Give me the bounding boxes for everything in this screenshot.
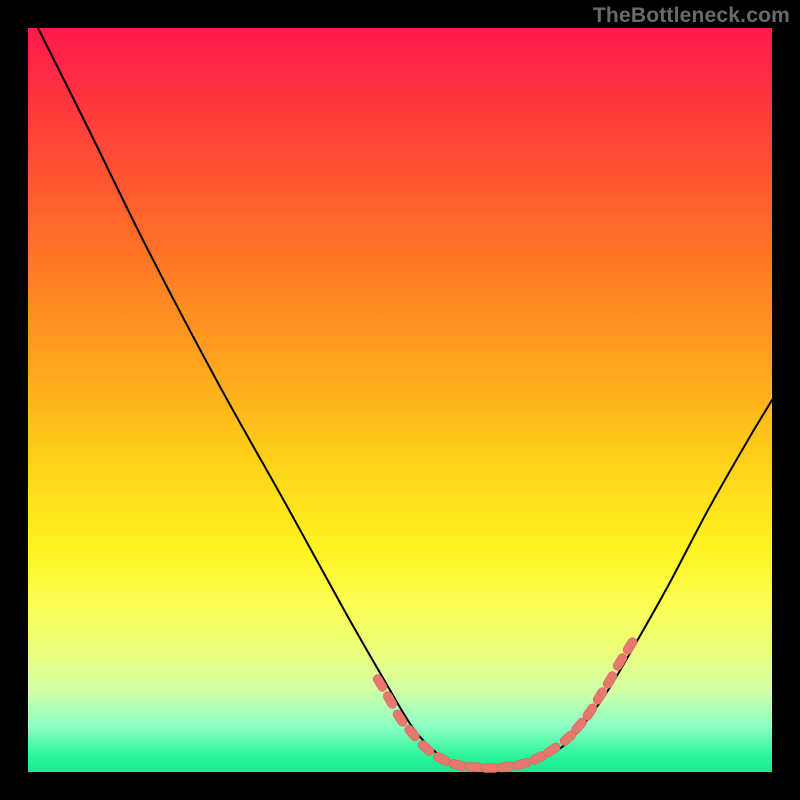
curve-marker <box>497 761 516 772</box>
curve-marker <box>481 764 499 773</box>
curve-marker <box>591 686 608 706</box>
curve-marker <box>403 723 422 742</box>
curve-marker <box>448 758 468 771</box>
curve-marker <box>602 670 619 690</box>
curve-marker <box>416 739 435 758</box>
watermark-text: TheBottleneck.com <box>593 4 790 28</box>
curve-marker <box>512 757 532 771</box>
curve-marker <box>465 762 484 773</box>
highlighted-range-markers <box>372 636 639 773</box>
gradient-plot-area <box>28 28 772 772</box>
bottleneck-curve <box>38 28 772 768</box>
curve-marker <box>621 636 638 656</box>
plot-svg <box>28 28 772 772</box>
